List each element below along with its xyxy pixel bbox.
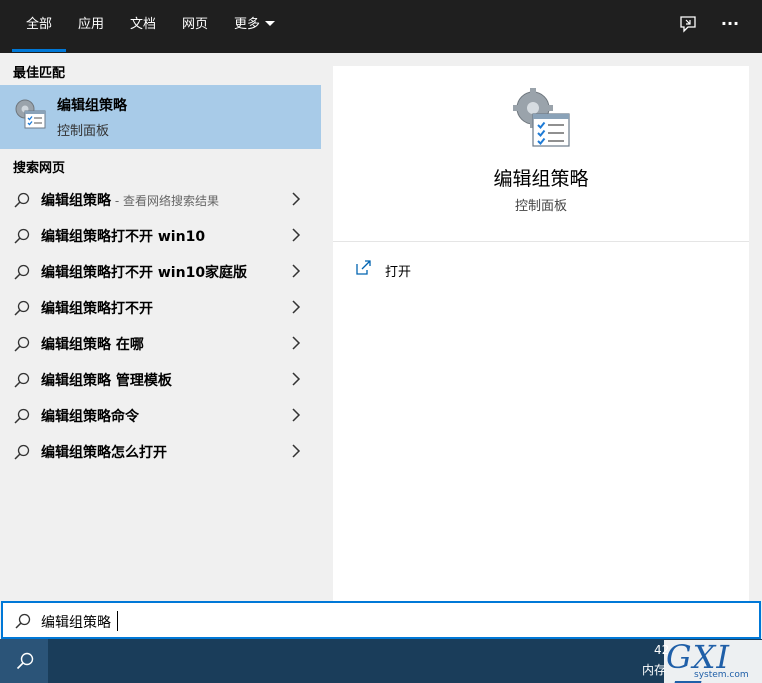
group-policy-settings-icon bbox=[511, 86, 573, 150]
web-result-suffix: - 查看网络搜索结果 bbox=[111, 194, 219, 208]
web-result-label: 编辑组策略打不开 bbox=[41, 301, 153, 317]
search-icon bbox=[14, 264, 30, 280]
tab-documents[interactable]: 文档 bbox=[130, 0, 156, 53]
search-icon bbox=[14, 300, 30, 316]
results-pane: 最佳匹配 编辑组策略 控制面板 搜索网页 编辑组策略 - 查看网络搜索结果 编辑… bbox=[0, 53, 321, 601]
web-result-label: 编辑组策略怎么打开 bbox=[41, 445, 167, 461]
chevron-right-icon bbox=[292, 336, 301, 350]
search-icon bbox=[14, 336, 30, 352]
search-scope-bar: 全部 应用 文档 网页 更多 ··· bbox=[0, 0, 762, 53]
open-action[interactable]: 打开 bbox=[355, 258, 475, 282]
web-result-label: 编辑组策略命令 bbox=[41, 409, 139, 425]
divider bbox=[333, 241, 749, 242]
taskbar-search-button[interactable] bbox=[0, 639, 48, 683]
open-external-icon bbox=[356, 260, 371, 275]
preview-pane: 编辑组策略 控制面板 打开 bbox=[333, 66, 749, 601]
web-result-label: 编辑组策略打不开 win10 bbox=[41, 229, 206, 245]
chevron-right-icon bbox=[292, 300, 301, 314]
best-match-header: 最佳匹配 bbox=[13, 66, 66, 81]
tab-web[interactable]: 网页 bbox=[182, 0, 208, 53]
text-caret bbox=[117, 611, 118, 631]
taskbar: 42 内存 bbox=[0, 639, 762, 683]
tab-all[interactable]: 全部 bbox=[11, 0, 67, 53]
web-result-item[interactable]: 编辑组策略打不开 win10家庭版 bbox=[0, 253, 321, 289]
search-icon bbox=[16, 652, 34, 670]
web-result-label: 编辑组策略打不开 win10家庭版 bbox=[41, 265, 248, 281]
chevron-right-icon bbox=[292, 264, 301, 278]
preview-subtitle: 控制面板 bbox=[514, 199, 567, 214]
chevron-right-icon bbox=[292, 192, 301, 206]
search-input[interactable]: 编辑组策略 bbox=[41, 612, 111, 632]
search-icon bbox=[14, 192, 30, 208]
feedback-icon[interactable] bbox=[676, 14, 700, 38]
search-icon bbox=[14, 228, 30, 244]
web-search-header: 搜索网页 bbox=[13, 161, 66, 176]
open-label: 打开 bbox=[385, 265, 412, 280]
search-icon bbox=[14, 372, 30, 388]
group-policy-settings-icon bbox=[12, 97, 48, 133]
search-icon bbox=[14, 408, 30, 424]
ellipsis-icon[interactable]: ··· bbox=[718, 14, 742, 38]
chevron-right-icon bbox=[292, 444, 301, 458]
best-match-item[interactable]: 编辑组策略 控制面板 bbox=[0, 85, 321, 149]
preview-title: 编辑组策略 bbox=[493, 168, 589, 190]
tab-more-label: 更多 bbox=[234, 17, 261, 32]
web-result-label: 编辑组策略 管理模板 bbox=[41, 373, 172, 389]
best-match-title: 编辑组策略 bbox=[57, 98, 127, 114]
web-result-item[interactable]: 编辑组策略打不开 win10 bbox=[0, 217, 321, 253]
web-result-label: 编辑组策略 在哪 bbox=[41, 337, 144, 353]
web-result-item[interactable]: 编辑组策略打不开 bbox=[0, 289, 321, 325]
site-watermark: GXI网 system.com bbox=[664, 638, 762, 683]
web-result-item[interactable]: 编辑组策略怎么打开 bbox=[0, 433, 321, 469]
web-result-item[interactable]: 编辑组策略命令 bbox=[0, 397, 321, 433]
chevron-right-icon bbox=[292, 408, 301, 422]
chevron-right-icon bbox=[292, 372, 301, 386]
web-result-label: 编辑组策略 - 查看网络搜索结果 bbox=[41, 193, 219, 209]
search-box[interactable]: 编辑组策略 bbox=[1, 601, 761, 639]
search-icon bbox=[15, 613, 31, 629]
best-match-subtitle: 控制面板 bbox=[57, 124, 110, 139]
chevron-right-icon bbox=[292, 228, 301, 242]
web-result-item[interactable]: 编辑组策略 管理模板 bbox=[0, 361, 321, 397]
tab-apps[interactable]: 应用 bbox=[78, 0, 104, 53]
tray-label: 内存 bbox=[642, 663, 667, 677]
watermark-subtext: system.com bbox=[694, 670, 749, 680]
web-result-item[interactable]: 编辑组策略 在哪 bbox=[0, 325, 321, 361]
web-result-item[interactable]: 编辑组策略 - 查看网络搜索结果 bbox=[0, 181, 321, 217]
chevron-down-icon bbox=[265, 21, 276, 26]
tab-more[interactable]: 更多 bbox=[234, 0, 276, 53]
search-icon bbox=[14, 444, 30, 460]
